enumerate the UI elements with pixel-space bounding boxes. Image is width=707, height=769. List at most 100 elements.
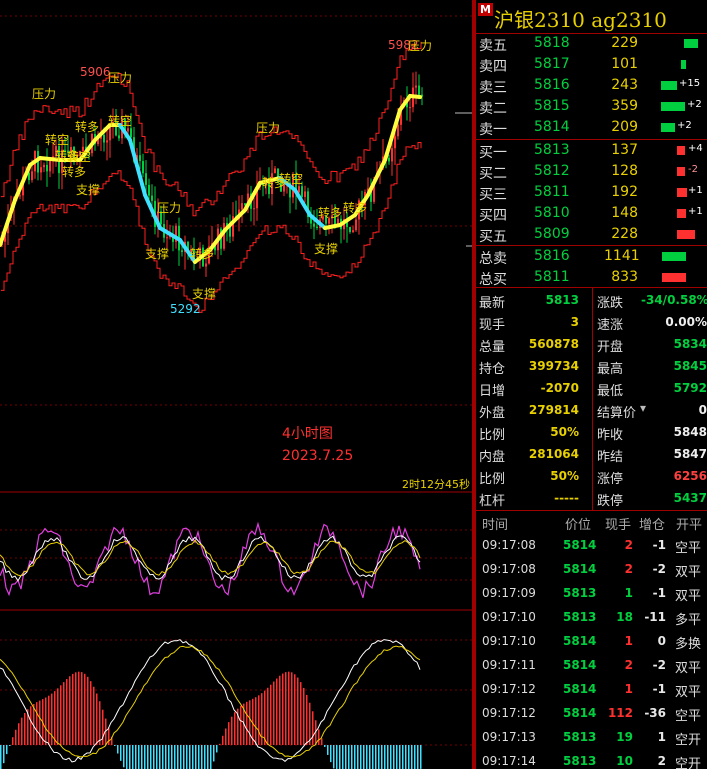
- macd-bar: [168, 745, 170, 769]
- candle-body: [316, 226, 318, 229]
- tick-row[interactable]: 09:17:10 5813 18 -11 多平: [476, 605, 707, 629]
- macd-bar: [15, 729, 17, 745]
- tick-price: 5813: [563, 754, 597, 768]
- volume-bar: [677, 167, 685, 176]
- macd-bar: [285, 672, 287, 745]
- stat-label: 结算价: [597, 406, 637, 421]
- candle-body: [127, 128, 129, 132]
- level-qty: 137: [611, 142, 638, 158]
- tick-volume: 1: [624, 682, 633, 696]
- bid-level[interactable]: 买五 5809 228: [476, 224, 707, 245]
- bid-level[interactable]: 买四 5810 148 +1: [476, 203, 707, 224]
- candle-body: [46, 164, 48, 172]
- tick-kind: 空平: [675, 709, 702, 724]
- macd-bar: [75, 672, 77, 745]
- tick-oi-change: -1: [652, 538, 666, 552]
- tick-price: 5813: [563, 730, 597, 744]
- tick-oi-change: 0: [657, 634, 666, 648]
- tick-row[interactable]: 09:17:08 5814 2 -2 双平: [476, 557, 707, 581]
- volume-bar: [661, 102, 685, 111]
- tick-volume: 2: [624, 562, 633, 576]
- kline-chart[interactable]: 5906 5982 5292 压力 压力 压力 压力 压力 支撑 支撑 支撑 支…: [0, 0, 474, 769]
- tick-header: 时间 价位 现手 增仓 开平: [476, 511, 707, 533]
- level-change: +4: [688, 143, 703, 154]
- tick-volume: 18: [616, 610, 633, 624]
- macd-bar: [96, 693, 98, 745]
- candle-body: [139, 155, 141, 162]
- tick-row[interactable]: 09:17:09 5813 1 -1 双平: [476, 581, 707, 605]
- stat-label: 内盘: [479, 450, 506, 465]
- level-label: 买五: [479, 229, 507, 245]
- macd-bar: [354, 745, 356, 769]
- macd-bar: [156, 745, 158, 769]
- tick-price: 5814: [563, 706, 597, 720]
- tick-row[interactable]: 09:17:08 5814 2 -1 空平: [476, 533, 707, 557]
- tick-time: 09:17:08: [482, 562, 536, 576]
- kline-chart-canvas[interactable]: 5906 5982 5292 压力 压力 压力 压力 压力 支撑 支撑 支撑 支…: [0, 0, 474, 769]
- level-change: +2: [687, 99, 702, 110]
- candle-body: [205, 263, 207, 267]
- tick-oi-change: -11: [644, 610, 666, 624]
- tick-kind: 空开: [675, 733, 702, 748]
- tick-time: 09:17:09: [482, 586, 536, 600]
- pressure-label: 压力: [256, 121, 280, 135]
- turn-long-label: 转多: [318, 205, 342, 220]
- volume-bar: [661, 81, 677, 90]
- tick-header-oi: 增仓: [639, 518, 666, 533]
- macd-bar: [291, 672, 293, 745]
- level-qty: 192: [611, 184, 638, 200]
- stat-value: 279814: [528, 403, 579, 417]
- total-qty: 1141: [604, 248, 640, 264]
- macd-bar: [348, 745, 350, 769]
- turn-short-label: 转空: [108, 113, 132, 128]
- macd-bar: [69, 676, 71, 745]
- bid-level[interactable]: 买二 5812 128 -2: [476, 161, 707, 182]
- macd-bar: [231, 716, 233, 745]
- stat-label: 外盘: [479, 406, 506, 421]
- candle-body: [298, 186, 300, 193]
- tick-row[interactable]: 09:17:13 5813 19 1 空开: [476, 725, 707, 749]
- level-label: 卖三: [479, 80, 507, 96]
- tick-row[interactable]: 09:17:14 5813 10 2 空开: [476, 749, 707, 769]
- bid-level[interactable]: 买一 5813 137 +4: [476, 140, 707, 161]
- macd-bar: [216, 745, 218, 753]
- tick-row[interactable]: 09:17:11 5814 2 -2 双平: [476, 653, 707, 677]
- macd-bar: [321, 738, 323, 745]
- candle-body: [397, 124, 399, 137]
- contract-title-bar[interactable]: M 沪银2310 ag2310: [476, 0, 707, 34]
- macd-bar: [45, 697, 47, 745]
- candle-body: [166, 237, 168, 239]
- macd-bar: [360, 745, 362, 769]
- macd-bar: [189, 745, 191, 769]
- ask-level[interactable]: 卖五 5818 229: [476, 33, 707, 54]
- tick-time: 09:17:08: [482, 538, 536, 552]
- ask-level[interactable]: 卖三 5816 243 +15: [476, 75, 707, 96]
- tick-row[interactable]: 09:17:12 5814 112 -36 空平: [476, 701, 707, 725]
- macd-bar: [165, 745, 167, 769]
- tick-price: 5814: [563, 562, 597, 576]
- bid-level[interactable]: 买三 5811 192 +1: [476, 182, 707, 203]
- ask-level[interactable]: 卖四 5817 101: [476, 54, 707, 75]
- ask-level[interactable]: 卖二 5815 359 +2: [476, 96, 707, 117]
- tick-row[interactable]: 09:17:12 5814 1 -1 双平: [476, 677, 707, 701]
- macd-bar: [279, 675, 281, 745]
- tick-header-time: 时间: [482, 518, 509, 533]
- candle-body: [388, 157, 390, 162]
- macd-bar: [21, 717, 23, 745]
- level-label: 卖四: [479, 59, 507, 75]
- tick-kind: 多平: [675, 613, 702, 628]
- tick-row[interactable]: 09:17:10 5814 1 0 多换: [476, 629, 707, 653]
- tick-header-vol: 现手: [605, 518, 632, 533]
- ma-segment: [408, 94, 422, 99]
- stat-label: 昨收: [597, 428, 624, 443]
- tick-kind: 空平: [675, 541, 702, 556]
- level-qty: 229: [611, 35, 638, 51]
- macd-bar: [90, 681, 92, 745]
- level-change: +1: [688, 185, 703, 196]
- candle-body: [355, 219, 357, 231]
- macd-bar: [207, 745, 209, 769]
- volume-bar: [662, 273, 686, 282]
- ask-level[interactable]: 卖一 5814 209 +2: [476, 117, 707, 138]
- triangle-down-icon[interactable]: ▾: [640, 401, 646, 415]
- stat-value: 5847: [673, 447, 707, 461]
